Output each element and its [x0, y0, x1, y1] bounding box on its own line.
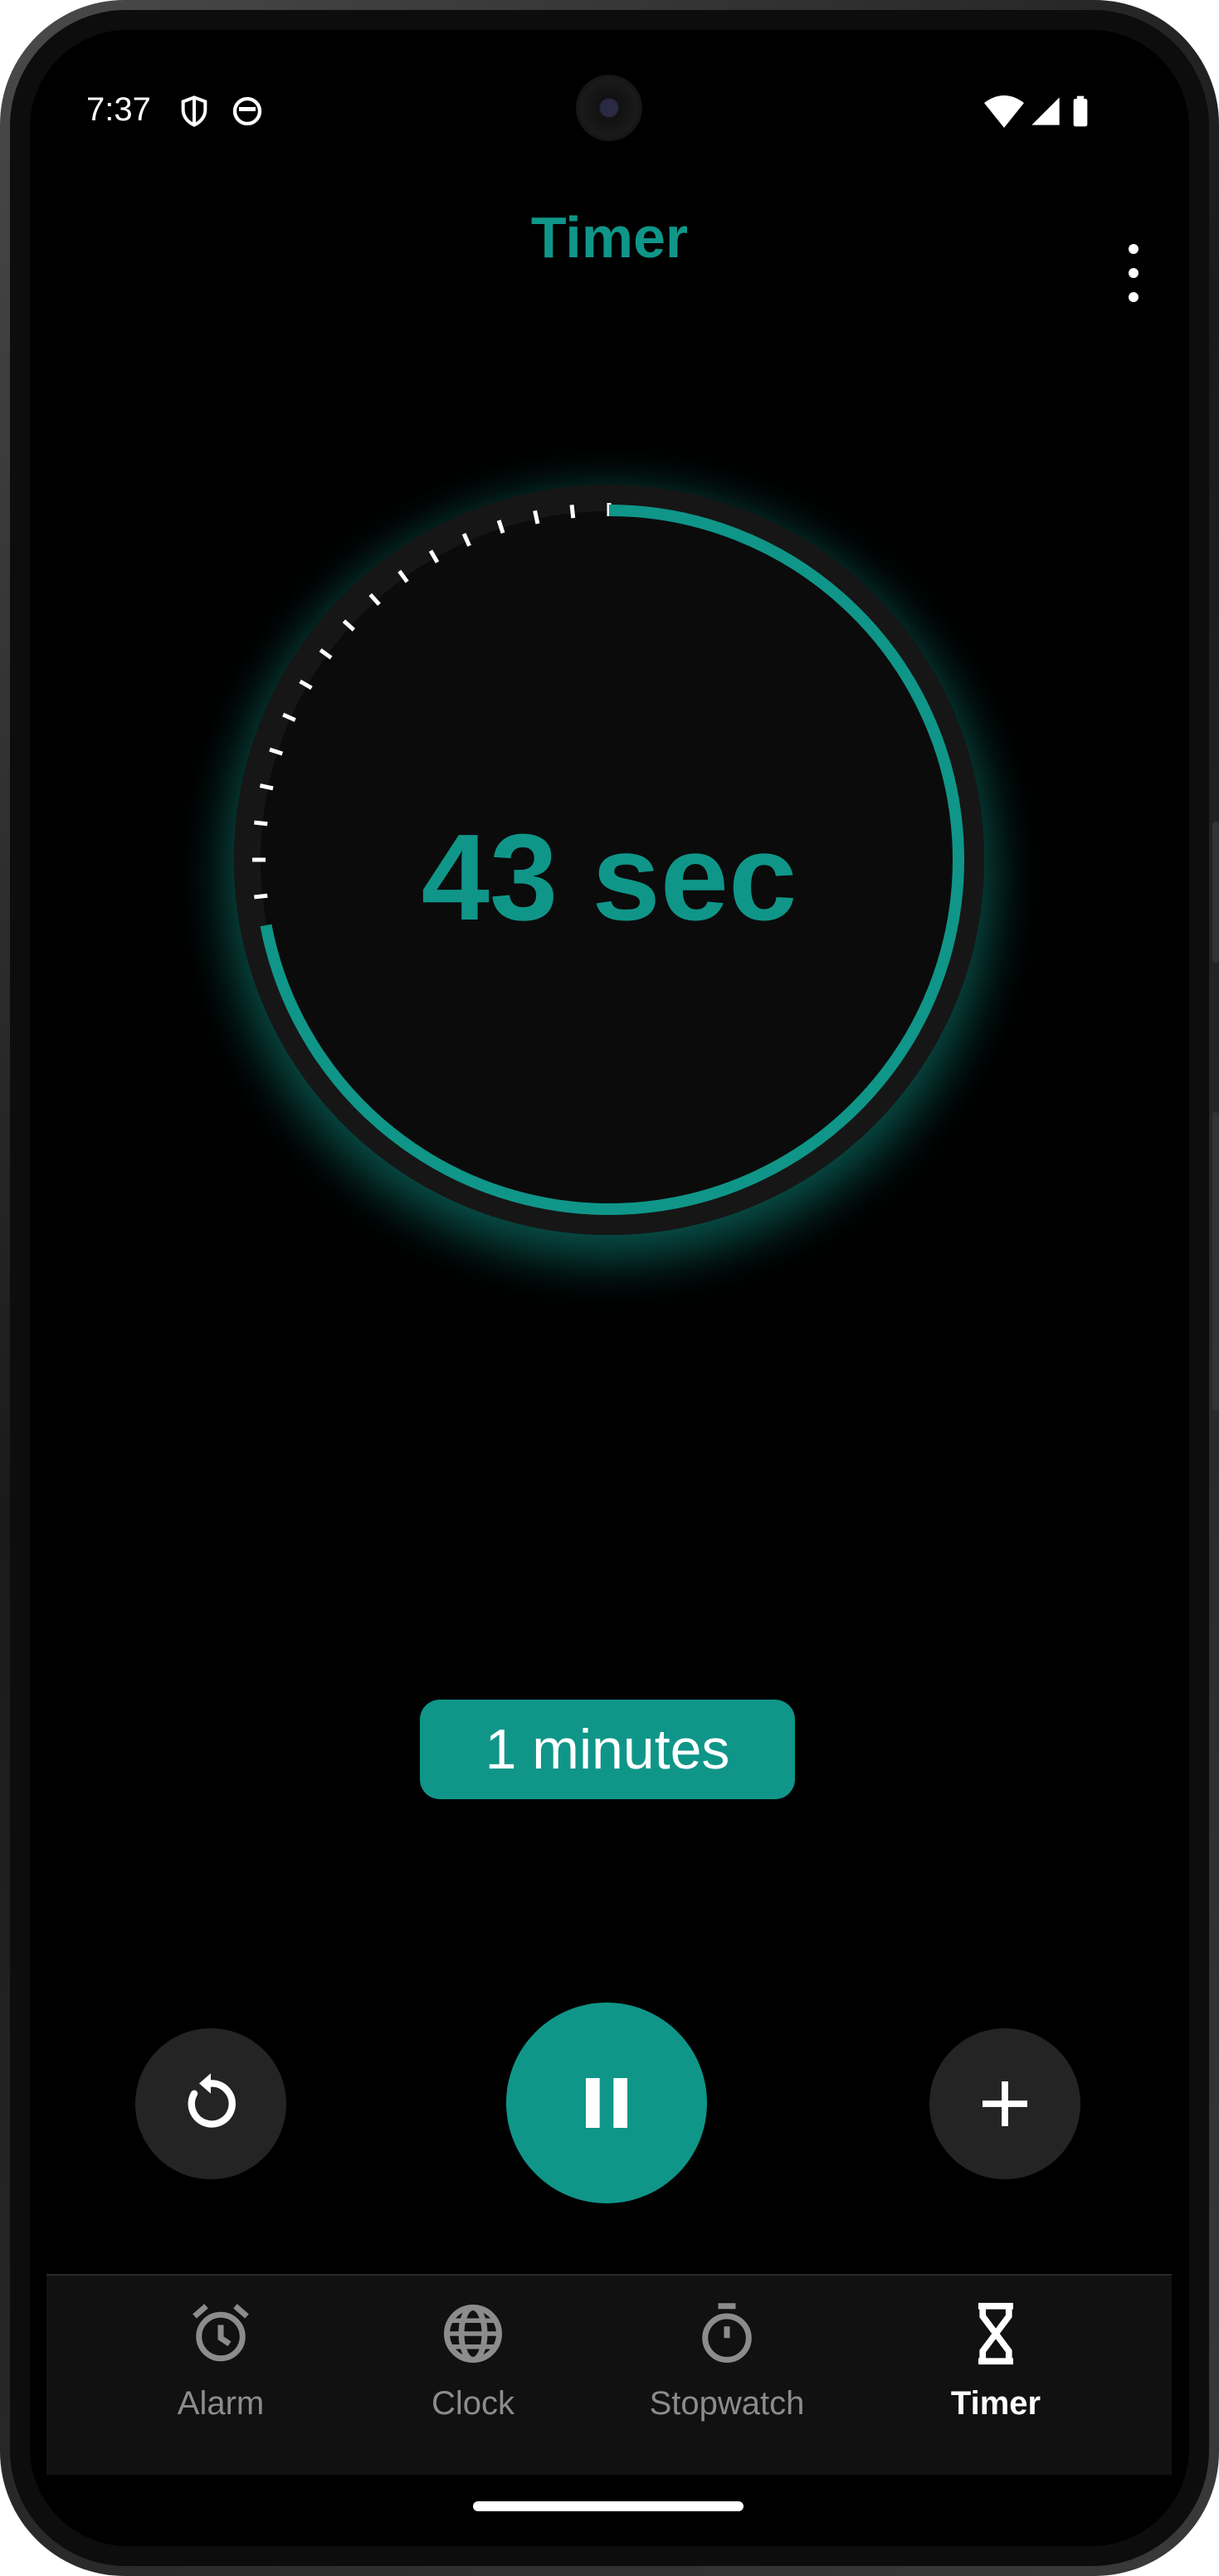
restart-icon: [188, 2073, 236, 2128]
nav-item-alarm[interactable]: Alarm: [138, 2276, 304, 2476]
phone-frame: 7:37 Timer 43 sec 1 minutes Alarm Clock …: [0, 0, 1219, 2576]
hourglass-icon: [978, 2302, 1013, 2365]
nav-label-alarm: Alarm: [177, 2385, 265, 2422]
cat-face-icon: [232, 96, 262, 126]
stopwatch-icon: [702, 2303, 752, 2363]
pause-button[interactable]: [506, 2003, 707, 2203]
status-time: 7:37: [86, 91, 151, 128]
bottom-navigation: Alarm Clock Stopwatch Timer: [46, 2274, 1172, 2475]
pause-icon: [586, 2078, 627, 2128]
elapsed-tick: [569, 505, 576, 519]
screen: 7:37 Timer 43 sec 1 minutes Alarm Clock …: [30, 30, 1189, 2546]
elapsed-tick: [259, 783, 274, 791]
globe-icon: [444, 2305, 502, 2363]
nav-label-stopwatch: Stopwatch: [649, 2385, 805, 2422]
power-button: [1212, 1112, 1219, 1411]
battery-icon: [1073, 95, 1088, 127]
nav-item-clock[interactable]: Clock: [390, 2276, 556, 2476]
reset-button[interactable]: [135, 2028, 286, 2179]
more-vert-dot: [1129, 292, 1139, 302]
cellular-signal-icon: [1031, 97, 1060, 125]
front-camera: [576, 75, 642, 141]
volume-button: [1212, 822, 1219, 963]
nav-label-timer: Timer: [950, 2385, 1041, 2422]
home-indicator[interactable]: [473, 2501, 744, 2511]
add-icon: [983, 2081, 1027, 2126]
nav-item-timer[interactable]: Timer: [913, 2276, 1079, 2476]
shield-icon: [181, 95, 207, 127]
page-title: Timer: [530, 205, 689, 270]
more-vert-icon: [1129, 244, 1139, 254]
alarm-clock-icon: [193, 2304, 249, 2362]
elapsed-tick: [533, 510, 540, 524]
more-vert-dot: [1129, 268, 1139, 278]
wifi-icon: [984, 95, 1024, 128]
remaining-time: 43 sec: [421, 809, 797, 946]
nav-item-stopwatch[interactable]: Stopwatch: [619, 2276, 835, 2476]
more-options-button[interactable]: [1117, 244, 1150, 302]
duration-chip[interactable]: 1 minutes: [420, 1700, 795, 1799]
nav-label-clock: Clock: [431, 2385, 515, 2422]
add-time-button[interactable]: [929, 2028, 1080, 2179]
